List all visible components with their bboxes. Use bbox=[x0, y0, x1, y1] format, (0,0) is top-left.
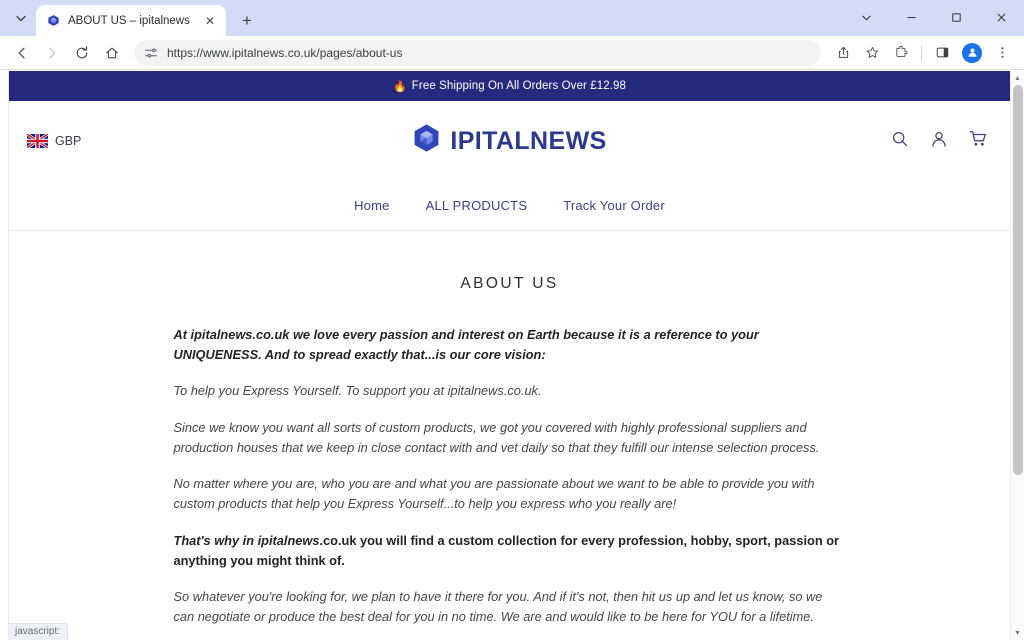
toolbar-right-actions bbox=[829, 39, 1016, 67]
tab-title: ABOUT US – ipitalnews bbox=[68, 15, 194, 27]
browser-window: ABOUT US – ipitalnews ✕ + bbox=[0, 0, 1024, 640]
paragraph: No matter where you are, who you are and… bbox=[174, 474, 846, 514]
flame-icon: 🔥 bbox=[393, 80, 407, 93]
star-icon bbox=[865, 45, 880, 60]
home-button[interactable] bbox=[98, 39, 126, 67]
announcement-text: Free Shipping On All Orders Over £12.98 bbox=[412, 80, 626, 92]
close-icon[interactable]: ✕ bbox=[202, 13, 218, 29]
bookmark-button[interactable] bbox=[858, 39, 886, 67]
back-arrow-icon bbox=[14, 45, 30, 61]
cart-icon[interactable] bbox=[969, 129, 988, 153]
browser-menu-button[interactable] bbox=[988, 39, 1016, 67]
paragraph: To help you Express Yourself. To support… bbox=[174, 381, 846, 401]
window-controls bbox=[844, 0, 1024, 34]
minimize-button[interactable] bbox=[889, 0, 934, 34]
maximize-icon bbox=[951, 12, 962, 23]
page-content: ABOUT US At ipitalnews.co.uk we love eve… bbox=[9, 231, 1010, 640]
page-scrollbar[interactable]: ▲ ▼ bbox=[1010, 71, 1024, 640]
browser-toolbar: https://www.ipitalnews.co.uk/pages/about… bbox=[0, 36, 1024, 70]
announcement-bar: 🔥 Free Shipping On All Orders Over £12.9… bbox=[9, 71, 1010, 101]
tab-strip: ABOUT US – ipitalnews ✕ + bbox=[0, 0, 1024, 36]
share-icon bbox=[836, 45, 851, 60]
site-logo[interactable]: IPITALNEWS bbox=[412, 123, 606, 159]
new-tab-button[interactable]: + bbox=[234, 7, 260, 33]
about-body: At ipitalnews.co.uk we love every passio… bbox=[174, 325, 846, 640]
side-panel-button[interactable] bbox=[928, 39, 956, 67]
paragraph: Since we know you want all sorts of cust… bbox=[174, 418, 846, 458]
three-dot-menu-icon bbox=[995, 45, 1010, 60]
tab-search-button[interactable] bbox=[8, 5, 34, 31]
search-icon[interactable] bbox=[891, 130, 909, 153]
forward-arrow-icon bbox=[44, 45, 60, 61]
chevron-down-icon bbox=[861, 12, 872, 23]
puzzle-icon bbox=[894, 45, 909, 60]
currency-selector[interactable]: GBP bbox=[27, 134, 81, 148]
website-content: 🔥 Free Shipping On All Orders Over £12.9… bbox=[8, 71, 1010, 640]
nav-item-home[interactable]: Home bbox=[354, 198, 389, 213]
toolbar-divider bbox=[921, 45, 922, 61]
scroll-up-arrow-icon[interactable]: ▲ bbox=[1011, 71, 1024, 85]
tune-icon[interactable] bbox=[144, 46, 158, 60]
site-header: GBP IPITALNEWS bbox=[9, 101, 1010, 181]
profile-avatar-icon bbox=[966, 46, 979, 59]
extensions-button[interactable] bbox=[887, 39, 915, 67]
scrollbar-thumb[interactable] bbox=[1013, 85, 1023, 475]
page-title: ABOUT US bbox=[9, 275, 1010, 293]
window-close-icon bbox=[996, 12, 1007, 23]
share-button[interactable] bbox=[829, 39, 857, 67]
profile-button[interactable] bbox=[962, 43, 982, 63]
scroll-down-arrow-icon[interactable]: ▼ bbox=[1011, 626, 1024, 640]
header-actions bbox=[891, 129, 988, 153]
paragraph: At ipitalnews.co.uk we love every passio… bbox=[174, 325, 846, 365]
paragraph: So whatever you're looking for, we plan … bbox=[174, 587, 846, 627]
back-button[interactable] bbox=[8, 39, 36, 67]
nav-item-all-products[interactable]: ALL PRODUCTS bbox=[426, 198, 528, 213]
main-navigation: Home ALL PRODUCTS Track Your Order bbox=[9, 181, 1010, 231]
page-viewport: 🔥 Free Shipping On All Orders Over £12.9… bbox=[0, 71, 1024, 640]
minimize-icon bbox=[906, 12, 917, 23]
nav-item-track-your-order[interactable]: Track Your Order bbox=[563, 198, 665, 213]
currency-code: GBP bbox=[55, 134, 81, 148]
uk-flag-icon bbox=[27, 134, 48, 148]
side-panel-icon bbox=[935, 45, 950, 60]
forward-button[interactable] bbox=[38, 39, 66, 67]
window-tab-chevron-button[interactable] bbox=[844, 0, 889, 34]
address-bar-url: https://www.ipitalnews.co.uk/pages/about… bbox=[167, 46, 402, 60]
home-icon bbox=[104, 45, 120, 61]
site-logo-text: IPITALNEWS bbox=[450, 127, 606, 156]
cube-logo-icon bbox=[46, 14, 60, 28]
account-icon[interactable] bbox=[930, 130, 948, 153]
cube-logo-icon bbox=[412, 123, 441, 159]
address-bar[interactable]: https://www.ipitalnews.co.uk/pages/about… bbox=[134, 40, 821, 66]
paragraph-lead: That's why in ipitalnews bbox=[174, 533, 320, 548]
reload-button[interactable] bbox=[68, 39, 96, 67]
close-window-button[interactable] bbox=[979, 0, 1024, 34]
status-bubble: javascript: bbox=[9, 623, 68, 640]
chevron-down-icon bbox=[15, 12, 27, 24]
browser-tab[interactable]: ABOUT US – ipitalnews ✕ bbox=[36, 5, 226, 36]
maximize-button[interactable] bbox=[934, 0, 979, 34]
reload-icon bbox=[74, 45, 90, 61]
paragraph: That's why in ipitalnews.co.uk you will … bbox=[174, 531, 846, 571]
